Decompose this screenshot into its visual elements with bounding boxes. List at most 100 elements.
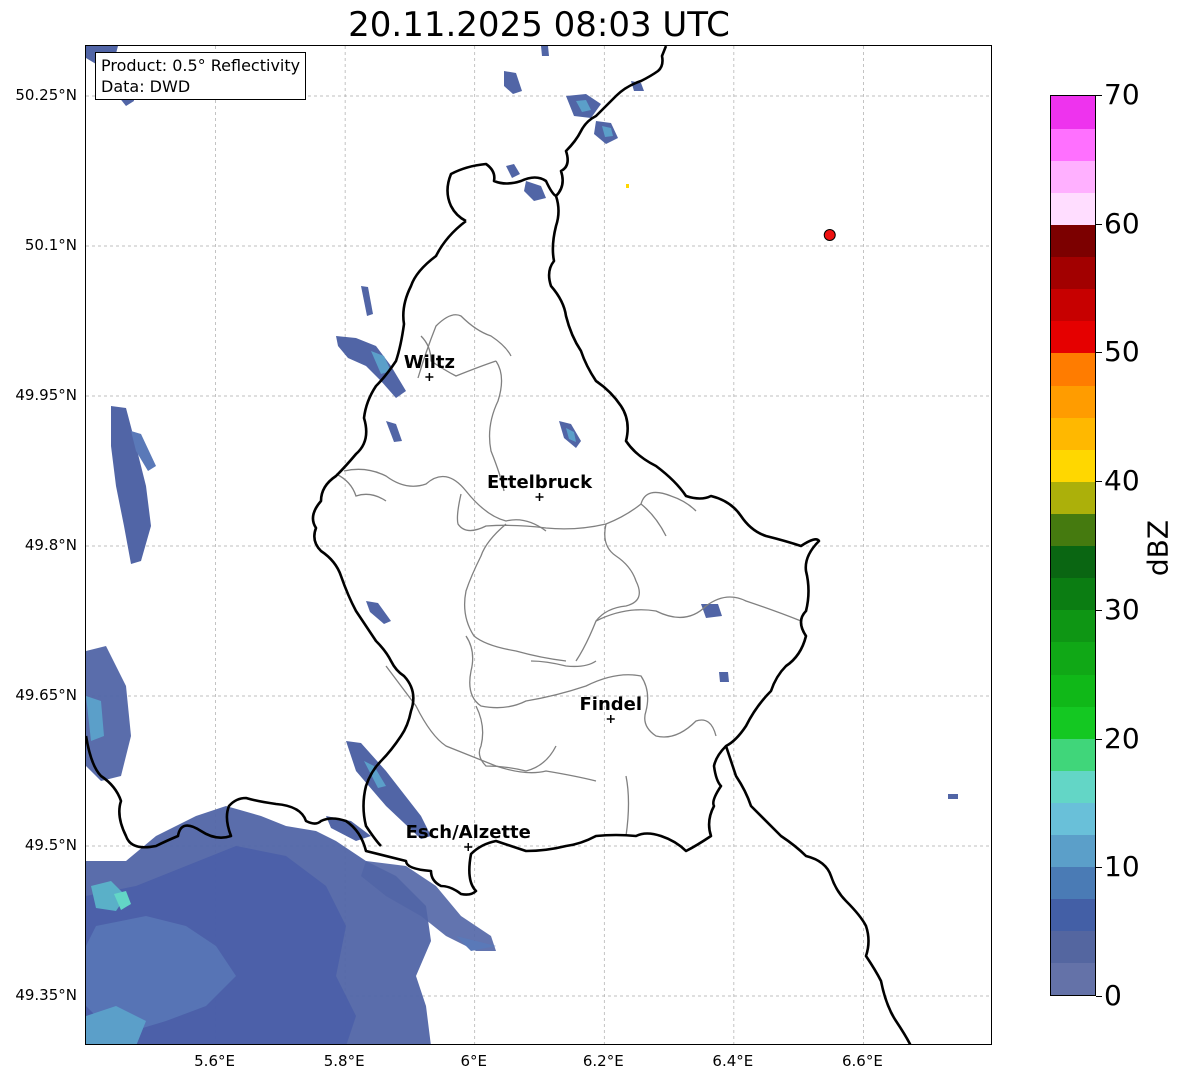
city-ettelbruck: Ettelbruck bbox=[487, 472, 593, 501]
map-title: 20.11.2025 08:03 UTC bbox=[348, 5, 730, 45]
colorbar-tick bbox=[1096, 481, 1102, 483]
echo-north-3 bbox=[504, 71, 522, 94]
canton-line-south-2 bbox=[530, 660, 597, 668]
colorbar-segment bbox=[1051, 930, 1095, 964]
colorbar-segment bbox=[1051, 706, 1095, 739]
radar-echoes bbox=[86, 46, 958, 1044]
echo-west-streak bbox=[366, 601, 391, 624]
border-luxembourg bbox=[86, 46, 821, 896]
map-frame[interactable]: Wiltz Ettelbruck Findel Esch/Alzette bbox=[85, 45, 992, 1045]
colorbar-segment bbox=[1051, 128, 1095, 161]
city-label: Esch/Alzette bbox=[406, 822, 531, 843]
longitude-label: 6°E bbox=[460, 1052, 487, 1070]
colorbar-segment bbox=[1051, 384, 1095, 418]
colorbar-segment bbox=[1051, 192, 1095, 226]
echo-nw-streak bbox=[111, 406, 151, 564]
colorbar-segment bbox=[1051, 802, 1095, 836]
echo-north-8 bbox=[541, 46, 549, 56]
longitude-label: 5.8°E bbox=[323, 1052, 365, 1070]
colorbar-tick-label: 70 bbox=[1104, 78, 1140, 111]
canton-line-left bbox=[335, 473, 387, 502]
colorbar-segment bbox=[1051, 577, 1095, 611]
canton-line-southeast bbox=[595, 596, 802, 622]
canton-line-center bbox=[456, 493, 667, 537]
echo-wiltz-south bbox=[386, 421, 402, 442]
echo-east-2 bbox=[719, 672, 729, 682]
canton-line-south-3 bbox=[475, 705, 557, 772]
city-findel: Findel bbox=[579, 694, 642, 723]
canton-line-central bbox=[463, 523, 567, 662]
longitude-label: 6.6°E bbox=[842, 1052, 883, 1070]
canton-line-south bbox=[465, 635, 717, 738]
city-label: Ettelbruck bbox=[487, 472, 593, 493]
echo-north-7 bbox=[524, 181, 546, 201]
longitude-label: 5.6°E bbox=[194, 1052, 235, 1070]
colorbar-segment bbox=[1051, 96, 1095, 129]
colorbar-segment bbox=[1051, 513, 1095, 547]
longitude-label: 6.4°E bbox=[712, 1052, 754, 1070]
canton-line-sw bbox=[385, 665, 597, 782]
colorbar-segment bbox=[1051, 417, 1095, 450]
colorbar-tick bbox=[1096, 996, 1102, 997]
echo-north-6 bbox=[506, 164, 520, 178]
city-wiltz: Wiltz bbox=[404, 352, 455, 381]
colorbar bbox=[1050, 95, 1096, 996]
radar-site bbox=[823, 229, 836, 241]
latitude-label: 49.5°N bbox=[24, 836, 77, 854]
colorbar-unit: dBZ bbox=[1141, 519, 1175, 577]
colorbar-segment bbox=[1051, 224, 1095, 258]
colorbar-segment bbox=[1051, 545, 1095, 579]
colorbar-tick bbox=[1096, 867, 1102, 869]
latitude-label: 49.35°N bbox=[15, 986, 77, 1004]
longitude-label: 6.2°E bbox=[582, 1052, 624, 1070]
border-germany-east bbox=[724, 745, 912, 1044]
colorbar-tick bbox=[1096, 95, 1102, 96]
colorbar-segment bbox=[1051, 673, 1095, 707]
city-markers: Wiltz Ettelbruck Findel Esch/Alzette bbox=[404, 352, 642, 851]
colorbar-tick bbox=[1096, 223, 1102, 225]
city-label: Findel bbox=[579, 694, 642, 715]
latitude-label: 49.8°N bbox=[24, 536, 77, 554]
latitude-label: 50.25°N bbox=[15, 86, 77, 104]
colorbar-segment bbox=[1051, 320, 1095, 354]
colorbar-segment bbox=[1051, 481, 1095, 514]
latitude-label: 50.1°N bbox=[24, 236, 77, 254]
colorbar-segment bbox=[1051, 770, 1095, 803]
colorbar-tick-label: 10 bbox=[1104, 850, 1140, 884]
info-box: Product: 0.5° Reflectivity Data: DWD bbox=[95, 52, 307, 100]
colorbar-segment bbox=[1051, 834, 1095, 868]
radar-map[interactable]: Wiltz Ettelbruck Findel Esch/Alzette bbox=[86, 46, 992, 1045]
echo-wiltz bbox=[336, 336, 406, 398]
colorbar-segment bbox=[1051, 641, 1095, 675]
data-source-label: Data: DWD bbox=[101, 77, 191, 96]
colorbar-segment bbox=[1051, 866, 1095, 900]
echo-east-3 bbox=[948, 794, 958, 799]
product-label: Product: 0.5° Reflectivity bbox=[101, 56, 301, 75]
colorbar-segment bbox=[1051, 449, 1095, 482]
colorbar-tick bbox=[1096, 738, 1102, 740]
colorbar-tick bbox=[1096, 352, 1102, 354]
colorbar-segment bbox=[1051, 160, 1095, 193]
colorbar-segment bbox=[1051, 256, 1095, 290]
colorbar-segment bbox=[1051, 738, 1095, 771]
latitude-label: 49.65°N bbox=[15, 686, 77, 704]
colorbar-tick-label: 40 bbox=[1104, 464, 1140, 498]
canton-line-east bbox=[575, 523, 640, 662]
colorbar-tick-label: 30 bbox=[1104, 592, 1140, 626]
colorbar-tick bbox=[1096, 609, 1102, 611]
canton-line-south-4 bbox=[625, 775, 630, 837]
colorbar-tick-label: 20 bbox=[1104, 721, 1140, 755]
echo-wiltz-north bbox=[361, 286, 373, 316]
latitude-label: 49.95°N bbox=[15, 386, 77, 404]
colorbar-segment bbox=[1051, 352, 1095, 386]
echo-speck-yellow bbox=[626, 184, 629, 188]
city-label: Wiltz bbox=[404, 352, 455, 373]
colorbar-tick-label: 50 bbox=[1104, 335, 1140, 369]
colorbar-segment bbox=[1051, 609, 1095, 643]
radar-site-marker bbox=[823, 229, 836, 241]
colorbar-tick-label: 0 bbox=[1104, 979, 1122, 1012]
colorbar-tick-label: 60 bbox=[1104, 206, 1140, 240]
echo-east-1 bbox=[701, 604, 722, 618]
colorbar-segment bbox=[1051, 898, 1095, 932]
colorbar-segment bbox=[1051, 962, 1095, 995]
